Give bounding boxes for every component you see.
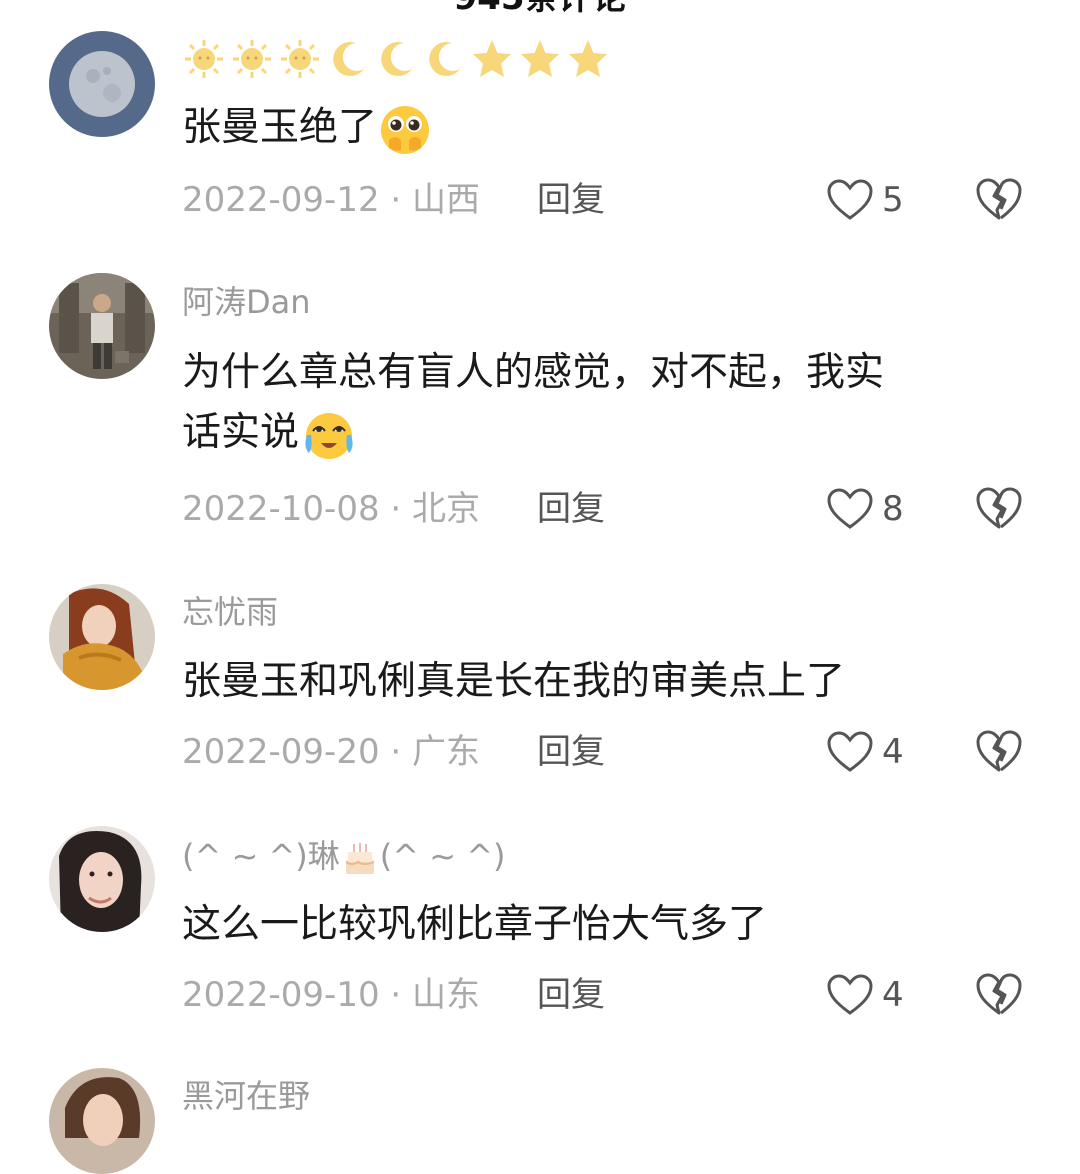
comment-date: 2022-09-10: [182, 975, 380, 1015]
star-icon: [569, 40, 607, 77]
like-count: 4: [882, 975, 904, 1015]
comment-date: 2022-10-08: [182, 489, 380, 529]
comment-count-title: 945条评论: [0, 0, 1080, 18]
dislike-button[interactable]: [975, 728, 1023, 774]
reply-button[interactable]: 回复: [537, 975, 605, 1015]
reply-button[interactable]: 回复: [537, 732, 605, 772]
comment-location: 山西: [412, 180, 481, 220]
sun-icon: [233, 40, 271, 78]
heart-icon: [827, 731, 873, 772]
dislike-button[interactable]: [975, 485, 1023, 531]
avatar[interactable]: [49, 826, 155, 932]
like-button[interactable]: 5: [826, 176, 904, 224]
heart-icon: [827, 488, 873, 529]
like-count: 5: [882, 180, 904, 220]
broken-heart-icon: [976, 730, 1022, 772]
dislike-button[interactable]: [975, 971, 1023, 1017]
broken-heart-icon: [976, 487, 1022, 529]
comment-location: 广东: [412, 732, 481, 772]
comment-text: 张曼玉绝了: [182, 98, 1012, 158]
comment-location: 北京: [412, 489, 481, 529]
avatar[interactable]: [49, 273, 155, 379]
sun-icon: [281, 40, 319, 78]
comment-meta: 2022-09-20 · 广东: [182, 732, 481, 772]
username[interactable]: 黑河在野: [182, 1076, 310, 1116]
user-level-badges: [182, 37, 610, 81]
comment-meta: 2022-10-08 · 北京: [182, 489, 481, 529]
like-button[interactable]: 4: [826, 971, 904, 1019]
comment-text: 张曼玉和巩俐真是长在我的审美点上了: [182, 659, 846, 704]
reply-button[interactable]: 回复: [537, 180, 605, 220]
pleading-face-icon: [381, 105, 430, 154]
like-button[interactable]: 8: [826, 485, 904, 533]
username[interactable]: 忘忧雨: [182, 592, 278, 632]
dislike-button[interactable]: [975, 176, 1023, 222]
moon-icon: [333, 41, 364, 76]
comment-text: 为什么章总有盲人的感觉，对不起，我实 话实说: [182, 343, 1012, 463]
comment-date: 2022-09-20: [182, 732, 380, 772]
avatar[interactable]: [49, 584, 155, 690]
broken-heart-icon: [976, 178, 1022, 220]
star-icon: [521, 40, 559, 77]
sun-icon: [185, 40, 223, 78]
like-button[interactable]: 4: [826, 728, 904, 776]
comment-meta: 2022-09-10 · 山东: [182, 975, 481, 1015]
avatar[interactable]: [49, 31, 155, 137]
star-icon: [473, 40, 511, 77]
moon-icon: [381, 41, 412, 76]
heart-icon: [827, 974, 873, 1015]
heart-icon: [827, 179, 873, 220]
broken-heart-icon: [976, 973, 1022, 1015]
like-count: 4: [882, 732, 904, 772]
avatar[interactable]: [49, 1068, 155, 1174]
cake-icon: [345, 843, 375, 874]
comment-location: 山东: [412, 975, 481, 1015]
comment-meta: 2022-09-12 · 山西: [182, 180, 481, 220]
crying-face-icon: [305, 412, 353, 459]
username[interactable]: (^ ~ ^)琳 (^ ~ ^): [182, 836, 506, 878]
comment-date: 2022-09-12: [182, 180, 380, 220]
comment-text: 这么一比较巩俐比章子怡大气多了: [182, 902, 768, 947]
like-count: 8: [882, 489, 904, 529]
username[interactable]: 阿涛Dan: [182, 282, 311, 322]
moon-icon: [429, 41, 460, 76]
reply-button[interactable]: 回复: [537, 489, 605, 529]
